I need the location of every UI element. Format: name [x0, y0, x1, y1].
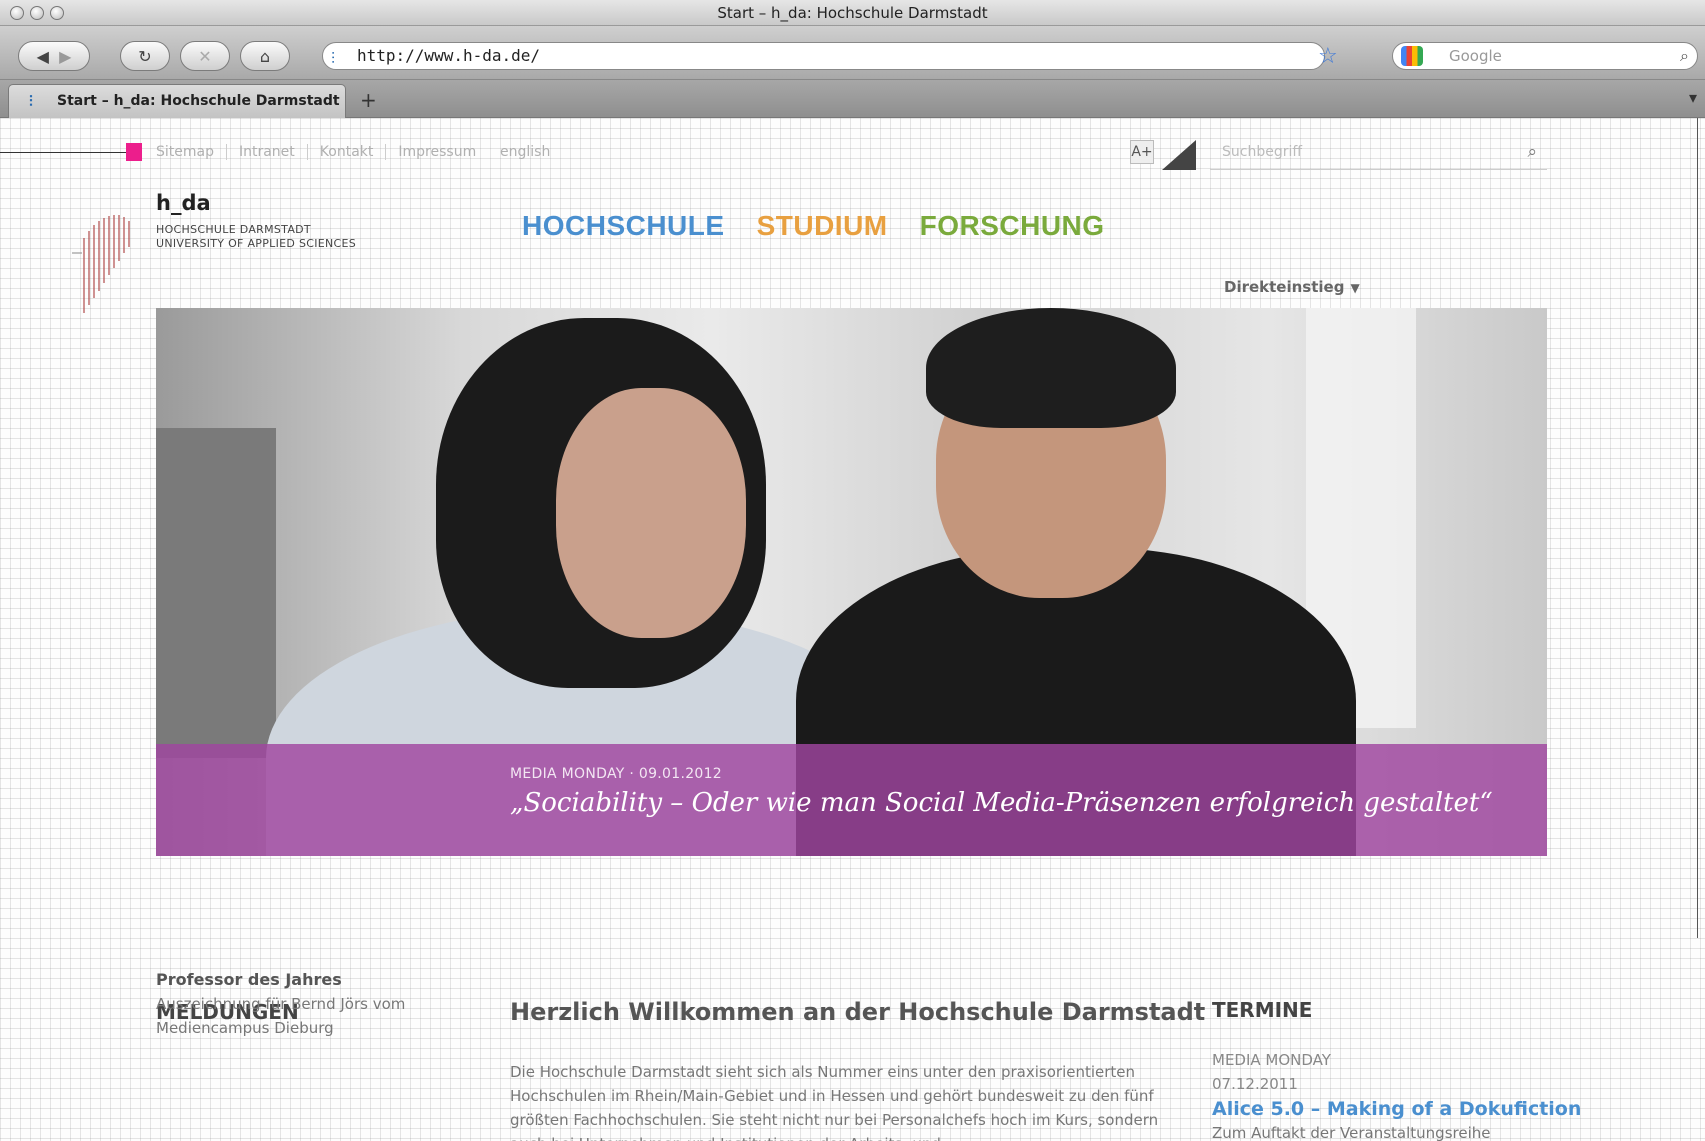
home-button[interactable]: ⌂ [240, 41, 290, 71]
reload-icon: ↻ [138, 46, 152, 66]
url-text: http://www.h-da.de/ [357, 46, 541, 65]
tab-list-icon[interactable]: ▾ [1689, 88, 1697, 107]
close-window-button[interactable] [10, 6, 24, 20]
event-link[interactable]: Alice 5.0 – Making of a Dokufiction [1212, 1098, 1581, 1120]
chevron-down-icon: ▼ [1350, 281, 1360, 295]
main-nav-hochschule[interactable]: HOCHSCHULE [522, 210, 725, 242]
contrast-toggle-icon[interactable] [1162, 140, 1196, 170]
search-icon[interactable]: ⌕ [1527, 142, 1537, 162]
direkteinstieg-dropdown[interactable]: Direkteinstieg ▼ [1224, 278, 1360, 296]
event-text: Zum Auftakt der Veranstaltungsreihe [1212, 1124, 1491, 1141]
window-title: Start – h_da: Hochschule Darmstadt [717, 4, 988, 22]
tab-bar: ⫶ Start – h_da: Hochschule Darmstadt + ▾ [0, 80, 1705, 118]
hero-banner[interactable]: MEDIA MONDAY · 09.01.2012 „Sociability –… [156, 308, 1547, 856]
meta-link-intranet[interactable]: Intranet [239, 144, 308, 160]
welcome-text: Die Hochschule Darmstadt sieht sich als … [510, 1063, 1159, 1141]
tab-favicon-icon: ⫶ [29, 92, 33, 110]
tab-label: Start – h_da: Hochschule Darmstadt [57, 93, 340, 109]
window-controls [10, 6, 64, 20]
font-size-button[interactable]: A+ [1130, 140, 1154, 164]
window-title-bar: Start – h_da: Hochschule Darmstadt [0, 0, 1705, 26]
news-item-title[interactable]: Professor des Jahres [156, 970, 342, 989]
page-scrollbar[interactable] [1697, 118, 1705, 938]
direkteinstieg-label: Direkteinstieg [1224, 278, 1345, 296]
google-logo-icon[interactable] [1401, 46, 1423, 66]
stop-icon: ✕ [198, 46, 212, 66]
site-search-input[interactable]: Suchbegriff ⌕ [1210, 136, 1547, 170]
home-icon: ⌂ [259, 46, 271, 66]
reload-button[interactable]: ↻ [120, 41, 170, 71]
minimize-window-button[interactable] [30, 6, 44, 20]
logo-subtitle-line2: UNIVERSITY OF APPLIED SCIENCES [156, 237, 357, 250]
logo-subtitle-line1: HOCHSCHULE DARMSTADT [156, 223, 311, 236]
browser-toolbar: ◀ ▶ ↻ ✕ ⌂ ⫶ http://www.h-da.de/ ☆ Google… [0, 26, 1705, 80]
hero-photo-man-hair [926, 308, 1176, 428]
back-forward-buttons[interactable]: ◀ ▶ [18, 41, 90, 71]
zoom-window-button[interactable] [50, 6, 64, 20]
hero-photo-background [156, 428, 276, 758]
web-page: Sitemap Intranet Kontakt Impressum engli… [0, 118, 1705, 1141]
browser-search-field[interactable]: Google ⌕ [1392, 42, 1698, 70]
meta-link-impressum[interactable]: Impressum [398, 144, 488, 160]
site-favicon-icon: ⫶ [331, 49, 336, 68]
main-nav-forschung[interactable]: FORSCHUNG [920, 210, 1105, 242]
site-search-placeholder: Suchbegriff [1222, 144, 1303, 160]
layout-guide-line [0, 152, 126, 153]
address-bar[interactable]: ⫶ http://www.h-da.de/ [322, 42, 1325, 70]
magnifier-icon[interactable]: ⌕ [1680, 43, 1689, 69]
meta-navigation: Sitemap Intranet Kontakt Impressum [156, 144, 500, 160]
hero-caption[interactable]: MEDIA MONDAY · 09.01.2012 „Sociability –… [156, 744, 1547, 856]
meta-link-sitemap[interactable]: Sitemap [156, 144, 227, 160]
hda-logo-icon[interactable] [72, 213, 142, 313]
logo-subtitle: HOCHSCHULE DARMSTADT UNIVERSITY OF APPLI… [156, 223, 356, 251]
event-kicker: MEDIA MONDAY 07.12.2011 [1212, 1051, 1331, 1093]
hero-photo-woman-face [556, 388, 746, 638]
main-nav-studium[interactable]: STUDIUM [757, 210, 888, 242]
main-navigation: HOCHSCHULE STUDIUM FORSCHUNG [522, 210, 1105, 242]
browser-search-placeholder: Google [1449, 47, 1502, 65]
language-link[interactable]: english [500, 144, 550, 160]
stop-button[interactable]: ✕ [180, 41, 230, 71]
news-item-text: Auszeichnung für Bernd Jörs vom Medienca… [156, 995, 406, 1037]
logo-name[interactable]: h_da [156, 191, 211, 215]
hero-kicker: MEDIA MONDAY · 09.01.2012 [510, 766, 723, 782]
tab-start[interactable]: ⫶ Start – h_da: Hochschule Darmstadt [8, 84, 346, 118]
forward-arrow-icon[interactable]: ▶ [59, 47, 71, 66]
bookmark-star-icon[interactable]: ☆ [1318, 44, 1338, 69]
back-arrow-icon[interactable]: ◀ [37, 47, 49, 66]
meta-link-kontakt[interactable]: Kontakt [320, 144, 387, 160]
termine-heading: TERMINE [1212, 998, 1313, 1022]
layout-guide-marker [126, 143, 142, 161]
hero-title[interactable]: „Sociability – Oder wie man Social Media… [510, 788, 1493, 818]
new-tab-button[interactable]: + [360, 88, 377, 112]
welcome-heading: Herzlich Willkommen an der Hochschule Da… [510, 998, 1206, 1026]
